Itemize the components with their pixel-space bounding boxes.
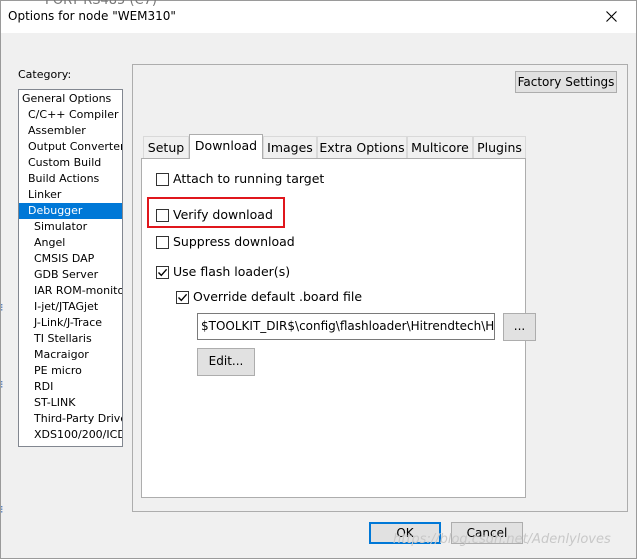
edge-marker-icon: ⁝	[0, 378, 4, 391]
category-item[interactable]: PE micro	[19, 363, 122, 379]
category-item[interactable]: I-jet/JTAGjet	[19, 299, 122, 315]
category-item[interactable]: TI Stellaris	[19, 331, 122, 347]
category-item[interactable]: Macraigor	[19, 347, 122, 363]
checkmark-icon	[157, 268, 168, 277]
category-item[interactable]: GDB Server	[19, 267, 122, 283]
override-label: Override default .board file	[193, 289, 363, 304]
title-bar[interactable]: PORT RS485 (C7) Options for node "WEM310…	[1, 0, 636, 33]
edit-button[interactable]: Edit...	[197, 348, 255, 376]
browse-button[interactable]: ...	[503, 313, 536, 341]
category-item[interactable]: CMSIS DAP	[19, 251, 122, 267]
tab-setup[interactable]: Setup	[143, 136, 189, 158]
tab-multicore[interactable]: Multicore	[407, 136, 473, 158]
override-checkbox[interactable]	[176, 291, 189, 304]
category-item[interactable]: J-Link/J-Trace	[19, 315, 122, 331]
category-item[interactable]: General Options	[19, 91, 122, 107]
category-item[interactable]: IAR ROM-monitor	[19, 283, 122, 299]
suppress-label: Suppress download	[173, 234, 295, 249]
tab-extra-options[interactable]: Extra Options	[317, 136, 407, 158]
category-item[interactable]: Custom Build	[19, 155, 122, 171]
category-item[interactable]: ST-LINK	[19, 395, 122, 411]
background-window-title: PORT RS485 (C7)	[45, 0, 157, 8]
flash-loader-checkbox[interactable]	[156, 266, 169, 279]
close-icon	[606, 11, 617, 22]
verify-checkbox[interactable]	[156, 209, 169, 222]
category-item[interactable]: Angel	[19, 235, 122, 251]
category-item[interactable]: C/C++ Compiler	[19, 107, 122, 123]
category-item[interactable]: Linker	[19, 187, 122, 203]
tab-download[interactable]: Download	[189, 134, 263, 159]
category-item[interactable]: Simulator	[19, 219, 122, 235]
category-item[interactable]: Output Converter	[19, 139, 122, 155]
checkmark-icon	[177, 293, 188, 302]
factory-settings-button[interactable]: Factory Settings	[515, 71, 617, 93]
category-item[interactable]: Third-Party Driver	[19, 411, 122, 427]
tab-plugins[interactable]: Plugins	[473, 136, 526, 158]
suppress-checkbox[interactable]	[156, 236, 169, 249]
close-button[interactable]	[594, 3, 630, 31]
watermark: https://blog.csdn.net/Adenlyloves	[393, 532, 611, 547]
category-item[interactable]: RDI	[19, 379, 122, 395]
flash-loader-label: Use flash loader(s)	[173, 264, 291, 279]
dialog-title: Options for node "WEM310"	[8, 9, 176, 23]
tab-images[interactable]: Images	[263, 136, 317, 158]
category-item[interactable]: Build Actions	[19, 171, 122, 187]
edge-marker-icon: ⁝	[0, 503, 4, 516]
attach-label: Attach to running target	[173, 171, 325, 186]
category-item[interactable]: Assembler	[19, 123, 122, 139]
category-label: Category:	[18, 68, 72, 81]
options-dialog: PORT RS485 (C7) Options for node "WEM310…	[0, 0, 637, 559]
board-file-path-input[interactable]: $TOOLKIT_DIR$\config\flashloader\Hitrend…	[197, 313, 495, 340]
category-item[interactable]: Debugger	[19, 203, 122, 219]
edge-marker-icon: ⁝	[0, 301, 4, 314]
verify-label: Verify download	[173, 207, 273, 222]
category-list[interactable]: General Options C/C++ Compiler Assembler Ou…	[18, 89, 123, 447]
category-item[interactable]: XDS100/200/ICDI	[19, 427, 122, 443]
attach-checkbox[interactable]	[156, 173, 169, 186]
